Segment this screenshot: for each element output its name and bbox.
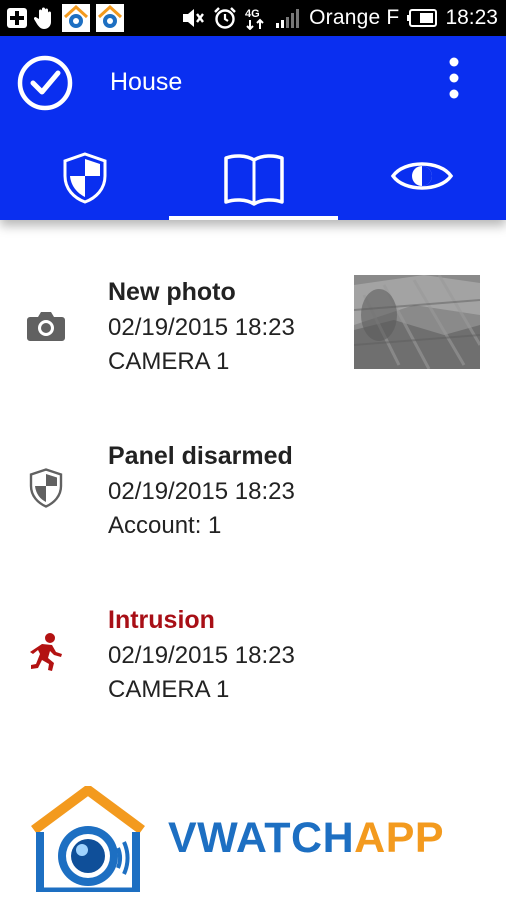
page-title: House	[110, 68, 183, 96]
check-icon[interactable]	[16, 54, 74, 112]
alarm-clock-icon	[213, 6, 237, 30]
hand-icon	[34, 6, 56, 30]
mute-icon	[181, 7, 205, 29]
status-bar: 4G Orange F 18:23	[0, 0, 506, 36]
clock: 18:23	[445, 6, 498, 29]
system-status: 4G Orange F 18:23	[181, 0, 498, 36]
event-datetime: 02/19/2015 18:23	[108, 642, 295, 669]
event-datetime: 02/19/2015 18:23	[108, 478, 295, 505]
event-datetime: 02/19/2015 18:23	[108, 314, 295, 341]
overflow-menu-icon[interactable]	[442, 56, 466, 100]
event-detail: CAMERA 1	[108, 676, 230, 703]
brand-wordmark: VWATCHAPP	[168, 814, 445, 862]
app-bar: House	[0, 36, 506, 220]
list-item-panel-disarmed[interactable]: Panel disarmed 02/19/2015 18:23 Account:…	[0, 412, 506, 542]
tab-event-log[interactable]	[169, 140, 338, 220]
eye-icon	[390, 162, 454, 190]
selected-tab-indicator	[169, 216, 338, 220]
notification-icons	[6, 4, 124, 32]
plus-icon	[6, 7, 28, 29]
tab-alarm[interactable]	[0, 140, 169, 220]
photo-thumbnail[interactable]	[354, 275, 480, 369]
list-item-new-photo[interactable]: New photo 02/19/2015 18:23 CAMERA 1	[0, 248, 506, 378]
app-notification-icon	[62, 4, 90, 32]
book-icon	[223, 154, 284, 206]
shield-icon	[63, 152, 106, 204]
shield-icon	[24, 466, 68, 510]
network-4g-icon: 4G	[245, 6, 267, 30]
tab-live-view[interactable]	[338, 140, 506, 220]
svg-text:4G: 4G	[245, 8, 260, 20]
event-detail: CAMERA 1	[108, 348, 230, 375]
battery-icon	[407, 9, 438, 27]
house-camera-logo-icon	[31, 786, 145, 892]
vwatchapp-logo: VWATCHAPP	[30, 786, 490, 892]
event-title: Panel disarmed	[108, 442, 293, 470]
event-detail: Account: 1	[108, 512, 222, 539]
signal-icon	[275, 7, 301, 29]
intruder-icon	[24, 630, 68, 674]
event-title: New photo	[108, 278, 236, 306]
list-item-intrusion[interactable]: Intrusion 02/19/2015 18:23 CAMERA 1	[0, 576, 506, 706]
carrier-name: Orange F	[309, 6, 400, 29]
camera-icon	[24, 304, 68, 348]
app-notification-icon	[96, 4, 124, 32]
event-title: Intrusion	[108, 606, 215, 634]
